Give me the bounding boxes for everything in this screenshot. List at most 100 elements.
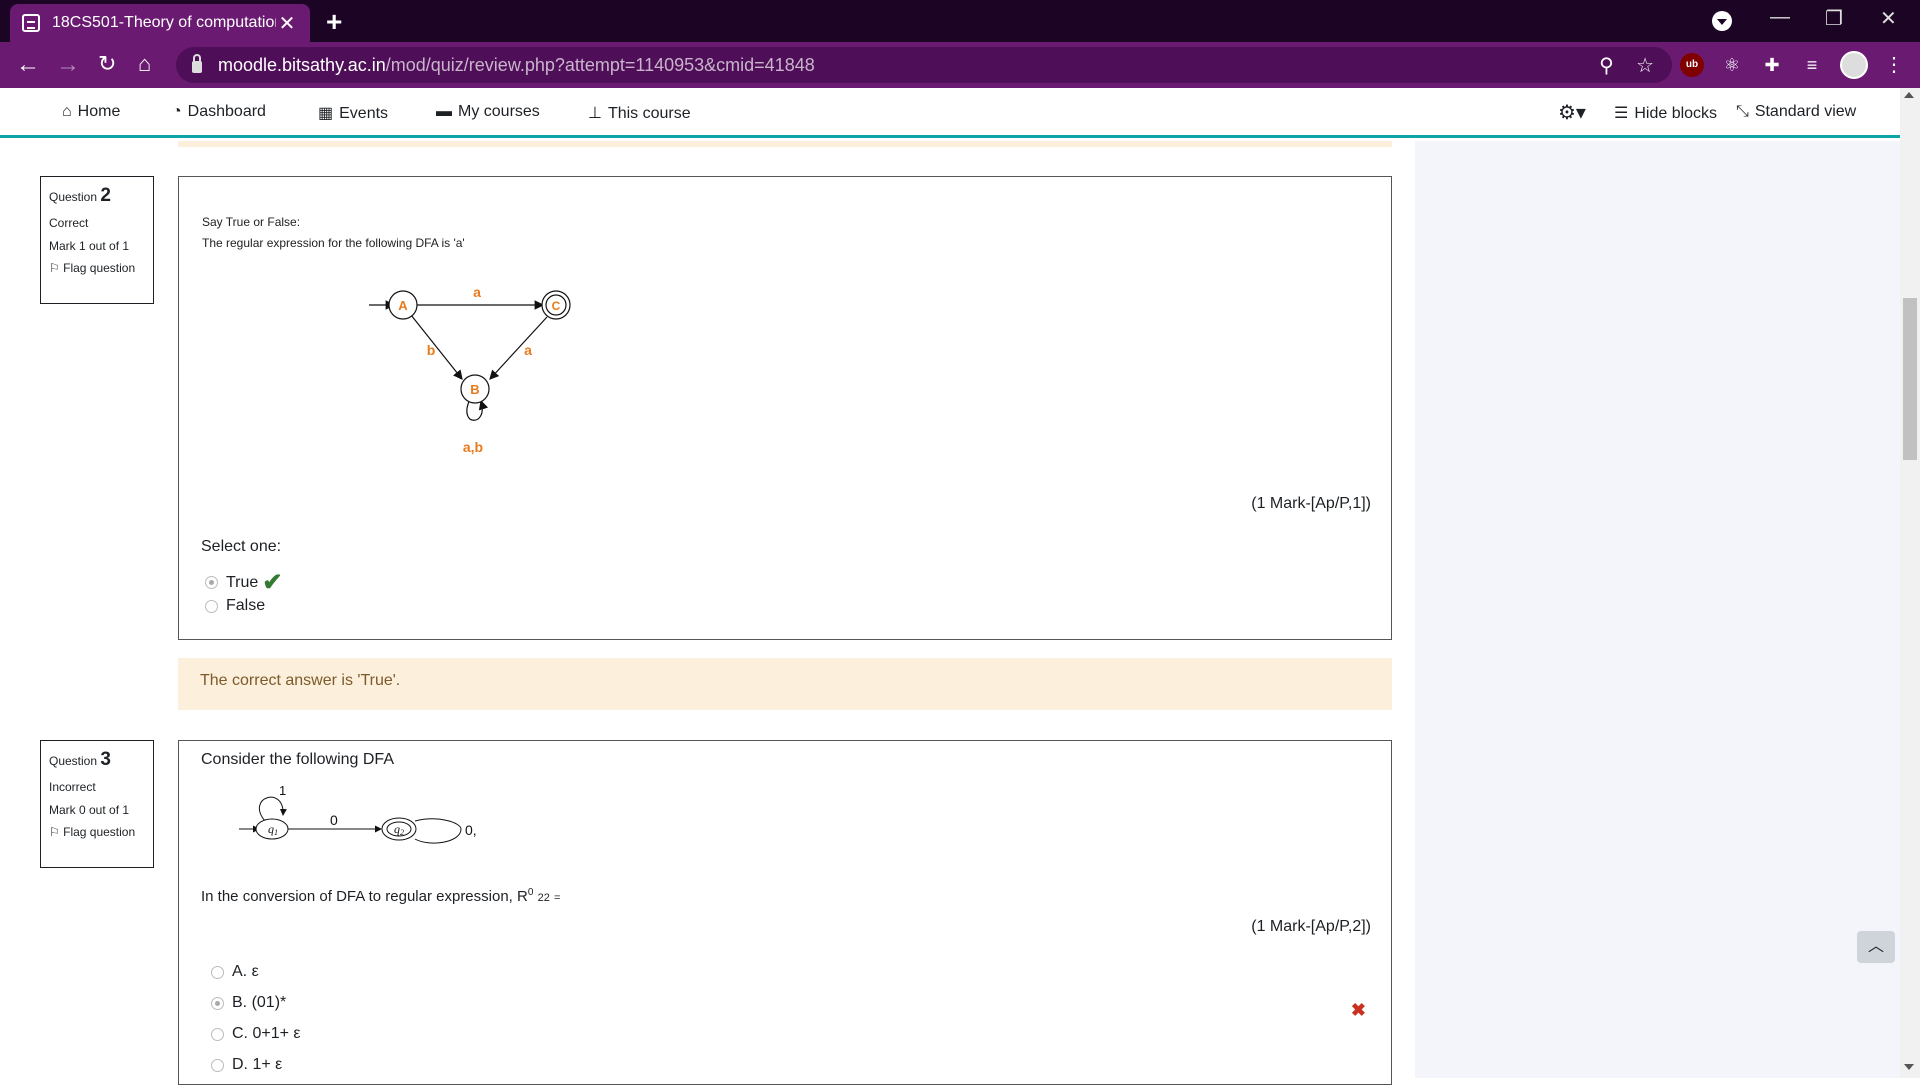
hide-blocks-button[interactable]: ☰ Hide blocks xyxy=(1614,103,1717,123)
compress-icon: ⤡ xyxy=(1736,103,1749,120)
lock-icon[interactable] xyxy=(192,54,202,73)
edge-a-b xyxy=(410,314,463,380)
calendar-icon: ▦ xyxy=(318,105,334,122)
standard-view-button[interactable]: ⤡ Standard view xyxy=(1736,103,1856,121)
question-2-info: Question 2 Correct Mark 1 out of 1 ⚐ Fla… xyxy=(40,176,154,304)
nav-this-course[interactable]: ⊥ This course xyxy=(588,103,691,123)
browser-tab-bar: 18CS501-Theory of computation ✕ + — ❐ ✕ xyxy=(0,0,1920,42)
radio-c[interactable] xyxy=(211,1027,224,1041)
state-b-label: B xyxy=(470,382,479,397)
option-d[interactable]: D. 1+ ε xyxy=(211,1056,282,1074)
profile-avatar[interactable] xyxy=(1840,51,1868,79)
settings-gear-icon[interactable]: ⚙▾ xyxy=(1558,100,1586,125)
edge-c-b xyxy=(489,316,548,380)
nav-events[interactable]: ▦ Events xyxy=(318,103,388,123)
question-text-line2: In the conversion of DFA to regular expr… xyxy=(201,887,560,905)
address-bar[interactable]: moodle.bitsathy.ac.in/mod/quiz/review.ph… xyxy=(176,47,1672,83)
option-b-label: B. (01)* xyxy=(232,994,287,1011)
question-2-feedback: The correct answer is 'True'. xyxy=(178,658,1392,710)
previous-question-feedback xyxy=(178,141,1392,147)
question-marks: (1 Mark-[Ap/P,1]) xyxy=(1251,495,1371,512)
bookmark-star-icon[interactable]: ☆ xyxy=(1636,55,1654,77)
nav-my-courses[interactable]: ▬ My courses xyxy=(436,103,540,121)
chevron-up-icon: ︿ xyxy=(1867,938,1884,955)
option-d-label: D. 1+ ε xyxy=(232,1056,283,1073)
edge-q1-q2-label: 0 xyxy=(330,812,338,828)
media-controls-icon[interactable]: ≡ xyxy=(1800,53,1824,77)
list-icon: ☰ xyxy=(1614,105,1629,122)
state-c-label: C xyxy=(552,299,561,313)
radio-d[interactable] xyxy=(211,1058,224,1072)
question-grade: Mark 1 out of 1 xyxy=(49,239,130,253)
option-false-label: False xyxy=(226,597,266,614)
nav-this-course-label: This course xyxy=(607,105,691,122)
home-icon[interactable]: ⌂ xyxy=(138,51,151,77)
loop-q1 xyxy=(258,796,287,822)
question-number: 3 xyxy=(100,749,111,770)
question-text-sup: 0 xyxy=(527,887,534,898)
radio-a[interactable] xyxy=(211,965,224,979)
option-a-label: A. ε xyxy=(232,963,259,980)
question-2-content: Say True or False: The regular expressio… xyxy=(178,176,1392,640)
question-marks: (1 Mark-[Ap/P,2]) xyxy=(1251,918,1371,935)
page-scrollbar[interactable] xyxy=(1900,88,1920,1078)
flag-label: Flag question xyxy=(63,825,136,839)
radio-false[interactable] xyxy=(205,599,218,613)
radio-b[interactable] xyxy=(211,996,224,1010)
flag-question-link[interactable]: ⚐ Flag question xyxy=(49,826,145,839)
browser-tab[interactable]: 18CS501-Theory of computation ✕ xyxy=(10,4,310,42)
zoom-icon[interactable]: ⚲ xyxy=(1599,55,1614,77)
option-c[interactable]: C. 0+1+ ε xyxy=(211,1025,301,1043)
hide-blocks-label: Hide blocks xyxy=(1634,105,1718,122)
back-to-top-button[interactable]: ︿ xyxy=(1857,931,1895,963)
browser-toolbar: ← → ↻ ⌂ moodle.bitsathy.ac.in/mod/quiz/r… xyxy=(0,42,1920,88)
question-grade: Mark 0 out of 1 xyxy=(49,803,130,817)
minimize-icon[interactable]: — xyxy=(1770,6,1790,29)
close-window-icon[interactable]: ✕ xyxy=(1880,6,1897,31)
state-a-label: A xyxy=(398,298,408,313)
question-text-sub: 22 xyxy=(537,892,550,904)
flag-question-link[interactable]: ⚐ Flag question xyxy=(49,262,145,275)
ublock-extension-icon[interactable]: ub xyxy=(1680,53,1704,77)
edge-c-b-label: a xyxy=(524,342,532,358)
correct-answer-text: The correct answer is 'True'. xyxy=(200,672,401,689)
correct-check-icon: ✔ xyxy=(262,569,283,596)
tab-search-icon[interactable] xyxy=(1712,11,1732,31)
dfa-diagram-q2: A C B a b a a,b xyxy=(369,284,571,455)
option-true-label: True xyxy=(226,573,259,591)
question-text-line2: The regular expression for the following… xyxy=(202,236,465,250)
option-false[interactable]: False xyxy=(205,597,265,615)
home-icon: ⌂ xyxy=(62,103,72,120)
forward-icon[interactable]: → xyxy=(56,51,80,79)
nav-home[interactable]: ⌂ Home xyxy=(62,103,120,121)
omnibox-icons: ⚲ ☆ xyxy=(1599,53,1654,78)
page-background-right xyxy=(1415,141,1900,1078)
restore-icon[interactable]: ❐ xyxy=(1825,6,1843,31)
browser-menu-icon[interactable]: ⋮ xyxy=(1882,53,1906,77)
url-host: moodle.bitsathy.ac.in xyxy=(218,54,386,75)
question-label: Question xyxy=(49,190,98,204)
option-true[interactable]: True ✔ xyxy=(205,568,282,597)
option-b[interactable]: B. (01)* xyxy=(211,994,286,1012)
question-3-info: Question 3 Incorrect Mark 0 out of 1 ⚐ F… xyxy=(40,740,154,868)
radio-true[interactable] xyxy=(205,576,218,589)
scroll-up-arrow-icon[interactable] xyxy=(1904,92,1914,98)
react-devtools-icon[interactable]: ⚛ xyxy=(1720,53,1744,77)
loop-b-label: a,b xyxy=(463,439,483,455)
question-text-main: In the conversion of DFA to regular expr… xyxy=(201,888,528,905)
tab-close-icon[interactable]: ✕ xyxy=(276,11,298,36)
select-one-label: Select one: xyxy=(201,538,282,555)
option-a[interactable]: A. ε xyxy=(211,963,259,981)
nav-dashboard[interactable]: ◔ Dashboard xyxy=(172,103,266,121)
reload-icon[interactable]: ↻ xyxy=(98,51,116,77)
moodle-favicon-icon xyxy=(22,14,40,32)
sitemap-icon: ⊥ xyxy=(588,105,602,122)
extensions-puzzle-icon[interactable]: ✚ xyxy=(1760,53,1784,77)
question-3-content: Consider the following DFA q1 q2 1 0 0, … xyxy=(178,740,1392,1085)
new-tab-button[interactable]: + xyxy=(326,6,342,38)
tab-title: 18CS501-Theory of computation xyxy=(52,14,276,31)
scroll-down-arrow-icon[interactable] xyxy=(1904,1064,1914,1070)
scrollbar-thumb[interactable] xyxy=(1903,298,1917,460)
dashboard-gauge-icon: ◔ xyxy=(172,103,182,120)
back-icon[interactable]: ← xyxy=(16,51,40,79)
